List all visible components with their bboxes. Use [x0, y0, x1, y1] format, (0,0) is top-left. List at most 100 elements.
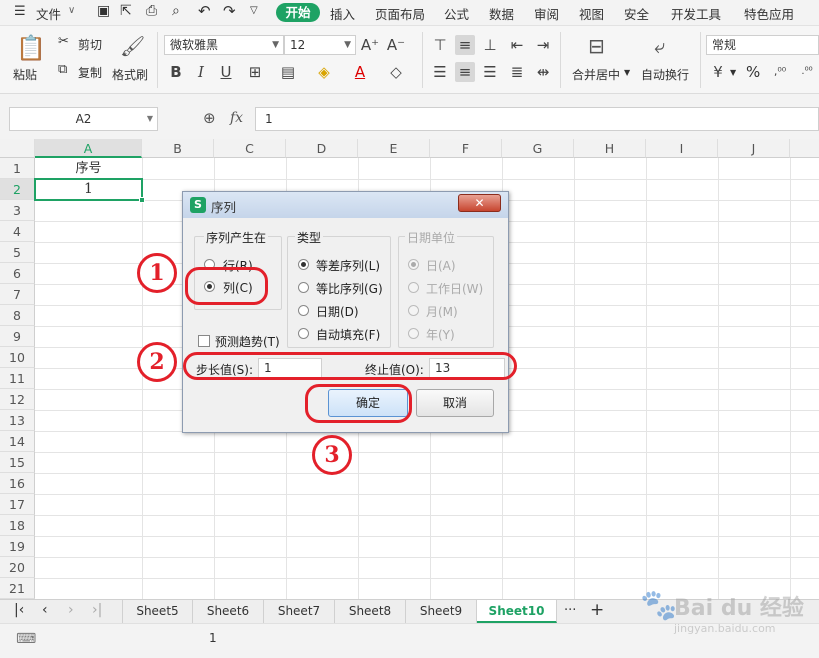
prev-sheet-icon[interactable]: ‹	[42, 602, 48, 618]
align-bottom-icon[interactable]: ⊥	[480, 35, 500, 55]
merge-center-button[interactable]: 合并居中	[572, 66, 620, 83]
radio-day[interactable]	[408, 259, 419, 270]
chevron-down-icon[interactable]: ∨	[68, 5, 75, 16]
row-header[interactable]: 13	[0, 410, 35, 431]
cell-a2-selected[interactable]: 1	[34, 178, 143, 201]
cancel-button[interactable]: 取消	[416, 389, 494, 417]
save-icon[interactable]: ▣	[97, 3, 110, 19]
select-all-corner[interactable]	[0, 139, 35, 158]
row-header[interactable]: 6	[0, 263, 35, 284]
close-button[interactable]: ✕	[458, 194, 501, 212]
add-sheet-button[interactable]: +	[590, 600, 604, 620]
tab-view[interactable]: 视图	[579, 4, 604, 23]
first-sheet-icon[interactable]: |‹	[14, 602, 24, 618]
row-header[interactable]: 18	[0, 515, 35, 536]
thousands-separator-icon[interactable]: ,⁰⁰	[770, 62, 790, 82]
percent-button[interactable]: %	[746, 63, 760, 81]
radio-growth-label[interactable]: 等比序列(G)	[316, 280, 383, 297]
radio-weekday[interactable]	[408, 282, 419, 293]
macro-icon[interactable]: ⌨	[16, 631, 36, 647]
trend-label[interactable]: 预测趋势(T)	[215, 333, 280, 350]
row-header[interactable]: 11	[0, 368, 35, 389]
align-middle-icon[interactable]: ≡	[455, 35, 475, 55]
fill-handle[interactable]	[139, 197, 145, 203]
radio-linear[interactable]	[298, 259, 309, 270]
row-header[interactable]: 1	[0, 158, 35, 179]
font-name-select[interactable]: 微软雅黑 ▼	[164, 35, 284, 55]
radio-linear-label[interactable]: 等差序列(L)	[316, 257, 380, 274]
copy-button[interactable]: 复制	[78, 64, 102, 81]
distribute-icon[interactable]: ⇹	[533, 62, 553, 82]
sheet-tab[interactable]: Sheet6	[193, 600, 264, 623]
radio-autofill[interactable]	[298, 328, 309, 339]
name-box[interactable]: A2 ▼	[9, 107, 158, 131]
sheet-tab[interactable]: Sheet9	[406, 600, 477, 623]
row-header[interactable]: 21	[0, 578, 35, 599]
cell-a1[interactable]: 序号	[35, 158, 142, 179]
zoom-icon[interactable]: ⊕	[203, 109, 216, 127]
file-menu[interactable]: 文件	[36, 4, 61, 23]
italic-icon[interactable]: I	[191, 62, 211, 82]
tab-start[interactable]: 开始	[276, 3, 320, 22]
sheet-tab[interactable]: Sheet5	[122, 600, 193, 623]
align-right-icon[interactable]: ☰	[480, 62, 500, 82]
align-top-icon[interactable]: ⊤	[430, 35, 450, 55]
row-header[interactable]: 5	[0, 242, 35, 263]
col-header-f[interactable]: F	[430, 139, 502, 158]
paste-button[interactable]: 粘贴	[13, 66, 37, 83]
formula-input[interactable]: 1	[255, 107, 819, 131]
tab-data[interactable]: 数据	[489, 4, 514, 23]
align-center-icon[interactable]: ≡	[455, 62, 475, 82]
justify-icon[interactable]: ≣	[507, 62, 527, 82]
fill-color-icon[interactable]: ◈	[314, 62, 334, 82]
font-size-select[interactable]: 12 ▼	[284, 35, 356, 55]
border-icon[interactable]: ⊞	[245, 62, 265, 82]
hamburger-icon[interactable]: ☰	[14, 4, 26, 19]
trend-checkbox[interactable]	[198, 335, 210, 347]
col-header-k[interactable]	[790, 139, 819, 158]
redo-icon[interactable]: ↷	[223, 2, 236, 20]
radio-weekday-label[interactable]: 工作日(W)	[426, 280, 483, 297]
tab-features[interactable]: 特色应用	[744, 4, 794, 23]
tab-security[interactable]: 安全	[624, 4, 649, 23]
tab-developer[interactable]: 开发工具	[671, 4, 721, 23]
scissors-icon[interactable]: ✂	[58, 34, 69, 49]
row-header[interactable]: 4	[0, 221, 35, 242]
sheet-tab[interactable]: Sheet8	[335, 600, 406, 623]
col-header-i[interactable]: I	[646, 139, 718, 158]
increase-decimal-icon[interactable]: .⁰⁰	[797, 62, 817, 82]
tab-insert[interactable]: 插入	[330, 4, 355, 23]
row-header[interactable]: 17	[0, 494, 35, 515]
print-preview-icon[interactable]: ⌕	[172, 3, 180, 19]
merge-center-icon[interactable]: ⊟	[588, 34, 605, 58]
print-icon[interactable]: ⎙	[146, 3, 157, 19]
row-header[interactable]: 20	[0, 557, 35, 578]
row-header[interactable]: 14	[0, 431, 35, 452]
row-header[interactable]: 9	[0, 326, 35, 347]
tab-review[interactable]: 审阅	[534, 4, 559, 23]
radio-month[interactable]	[408, 305, 419, 316]
sheet-tab[interactable]: Sheet7	[264, 600, 335, 623]
col-header-g[interactable]: G	[502, 139, 574, 158]
paste-icon[interactable]: 📋	[16, 34, 46, 62]
col-header-c[interactable]: C	[214, 139, 286, 158]
more-sheets-button[interactable]: ···	[564, 603, 576, 618]
number-format-select[interactable]: 常规	[706, 35, 819, 55]
col-header-e[interactable]: E	[358, 139, 430, 158]
indent-decrease-icon[interactable]: ⇤	[507, 35, 527, 55]
row-header[interactable]: 8	[0, 305, 35, 326]
radio-year[interactable]	[408, 328, 419, 339]
row-header[interactable]: 7	[0, 284, 35, 305]
col-header-d[interactable]: D	[286, 139, 358, 158]
row-header[interactable]: 19	[0, 536, 35, 557]
sheet-tab-active[interactable]: Sheet10	[477, 600, 557, 623]
row-header[interactable]: 16	[0, 473, 35, 494]
format-painter-button[interactable]: 格式刷	[112, 66, 148, 83]
last-sheet-icon[interactable]: ›|	[92, 602, 102, 618]
col-header-j[interactable]: J	[718, 139, 790, 158]
eraser-icon[interactable]: ◇	[386, 62, 406, 82]
decrease-font-icon[interactable]: A⁻	[386, 35, 406, 55]
next-sheet-icon[interactable]: ›	[68, 602, 74, 618]
underline-icon[interactable]: U	[216, 62, 236, 82]
radio-date-label[interactable]: 日期(D)	[316, 303, 359, 320]
